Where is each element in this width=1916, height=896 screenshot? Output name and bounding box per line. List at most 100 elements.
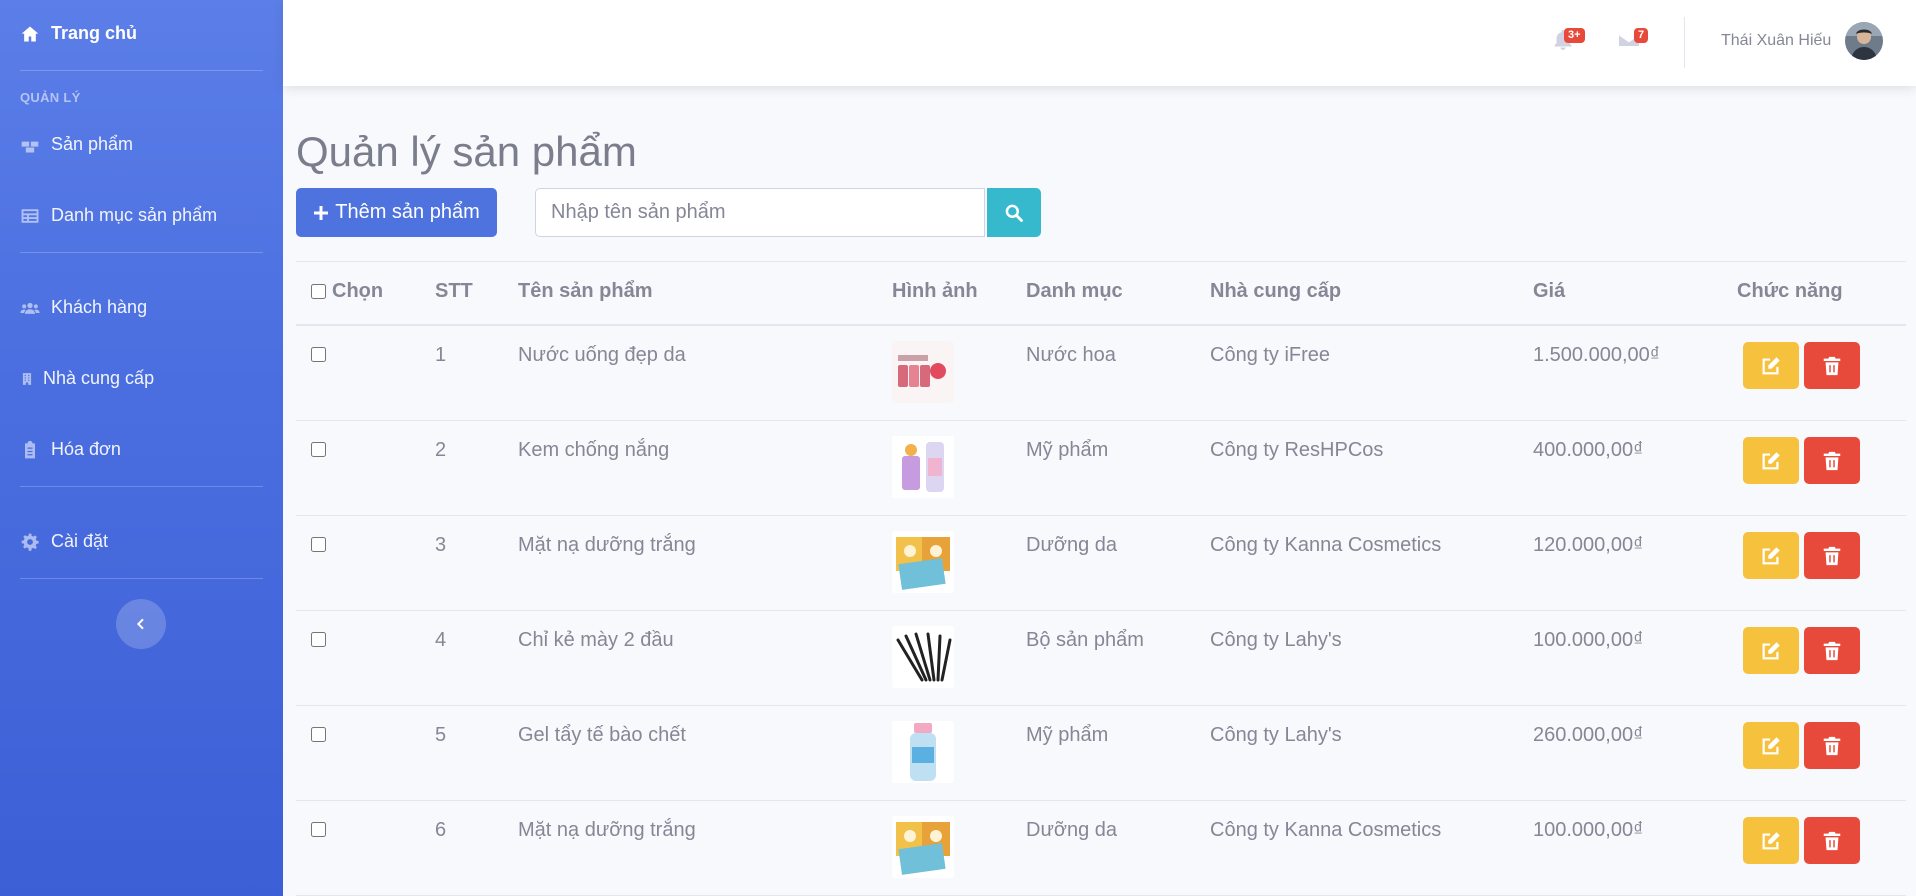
clipboard-icon: [25, 440, 35, 458]
edit-icon: [1762, 451, 1780, 469]
product-image: [892, 816, 954, 878]
product-image: [892, 721, 954, 783]
sidebar-item-label: Danh mục sản phẩm: [51, 205, 218, 225]
delete-button[interactable]: [1804, 627, 1860, 674]
row-checkbox[interactable]: [311, 347, 326, 362]
add-product-label: Thêm sản phẩm: [335, 201, 480, 223]
edit-button[interactable]: [1743, 722, 1799, 769]
sidebar-item-label: Sản phẩm: [51, 134, 134, 154]
row-price: 260.000,00₫: [1533, 724, 1644, 746]
sidebar-item-suppliers[interactable]: Nhà cung cấp: [20, 368, 154, 389]
topbar-divider: [1684, 17, 1685, 68]
row-stt: 6: [435, 819, 447, 841]
sidebar-item-invoices[interactable]: Hóa đơn: [20, 439, 121, 460]
column-header: Hình ảnh: [892, 280, 978, 302]
sidebar-divider: [20, 578, 263, 579]
row-name: Chỉ kẻ mày 2 đầu: [518, 629, 674, 651]
trash-icon: [1823, 641, 1841, 660]
sidebar-item-label: Cài đặt: [51, 531, 109, 551]
column-header: Nhà cung cấp: [1210, 280, 1342, 302]
main-content: Quản lý sản phẩm Thêm sản phẩm Chọn STT …: [283, 86, 1916, 896]
trash-icon: [1823, 736, 1841, 755]
table-header: Chọn STT Tên sản phẩm Hình ảnh Danh mục …: [296, 261, 1906, 326]
sidebar-heading: QUẢN LÝ: [20, 90, 81, 105]
row-name: Gel tẩy tế bào chết: [518, 724, 686, 746]
edit-icon: [1762, 546, 1780, 564]
topbar: 3+ 7 Thái Xuân Hiếu: [283, 0, 1916, 86]
column-header: Chức năng: [1737, 280, 1843, 302]
home-icon: [21, 26, 39, 41]
delete-button[interactable]: [1804, 722, 1860, 769]
row-price: 1.500.000,00₫: [1533, 344, 1661, 366]
product-image: [892, 531, 954, 593]
sidebar-item-settings[interactable]: Cài đặt: [20, 531, 108, 552]
row-checkbox[interactable]: [311, 632, 326, 647]
sidebar: Trang chủ QUẢN LÝ Sản phẩm Danh mục sản …: [0, 0, 283, 896]
select-all-checkbox[interactable]: [311, 284, 326, 299]
edit-button[interactable]: [1743, 627, 1799, 674]
edit-button[interactable]: [1743, 532, 1799, 579]
delete-button[interactable]: [1804, 817, 1860, 864]
row-category: Mỹ phẩm: [1026, 724, 1109, 746]
sidebar-divider: [20, 70, 263, 71]
sidebar-item-label: Hóa đơn: [51, 439, 121, 459]
row-stt: 4: [435, 629, 447, 651]
edit-button[interactable]: [1743, 437, 1799, 484]
column-header: STT: [435, 280, 473, 302]
row-supplier: Công ty Lahy's: [1210, 724, 1342, 746]
row-checkbox[interactable]: [311, 822, 326, 837]
row-supplier: Công ty iFree: [1210, 344, 1331, 366]
sidebar-toggle-button[interactable]: [116, 599, 166, 649]
user-name[interactable]: Thái Xuân Hiếu: [1721, 32, 1831, 50]
row-name: Kem chống nắng: [518, 439, 670, 461]
sidebar-item-customers[interactable]: Khách hàng: [20, 297, 147, 318]
sidebar-divider: [20, 252, 263, 253]
row-checkbox[interactable]: [311, 537, 326, 552]
add-product-button[interactable]: Thêm sản phẩm: [296, 188, 497, 237]
search-button[interactable]: [987, 188, 1041, 237]
product-image: [892, 341, 954, 403]
sidebar-item-products[interactable]: Sản phẩm: [20, 134, 133, 155]
row-stt: 3: [435, 534, 447, 556]
edit-icon: [1762, 831, 1780, 849]
edit-icon: [1762, 356, 1780, 374]
sidebar-item-label: Nhà cung cấp: [43, 368, 155, 388]
trash-icon: [1823, 451, 1841, 470]
users-icon: [20, 302, 40, 314]
row-checkbox[interactable]: [311, 727, 326, 742]
row-supplier: Công ty ResHPCos: [1210, 439, 1384, 461]
messages-badge: 7: [1634, 28, 1649, 43]
row-checkbox[interactable]: [311, 442, 326, 457]
edit-button[interactable]: [1743, 817, 1799, 864]
delete-button[interactable]: [1804, 532, 1860, 579]
table-icon: [21, 208, 39, 223]
avatar[interactable]: [1845, 22, 1883, 60]
product-image: [892, 436, 954, 498]
sidebar-item-categories[interactable]: Danh mục sản phẩm: [20, 205, 217, 226]
sidebar-item-label: Trang chủ: [51, 23, 138, 43]
row-name: Nước uống đẹp da: [518, 344, 686, 366]
building-icon: [22, 372, 32, 385]
boxes-icon: [21, 141, 39, 152]
gear-icon: [21, 533, 39, 551]
product-image: [892, 626, 954, 688]
plus-icon: [314, 205, 329, 220]
row-name: Mặt nạ dưỡng trắng: [518, 534, 696, 556]
sidebar-divider: [20, 486, 263, 487]
chevron-left-icon: [136, 618, 144, 630]
row-supplier: Công ty Lahy's: [1210, 629, 1342, 651]
search-icon: [1005, 204, 1023, 222]
delete-button[interactable]: [1804, 437, 1860, 484]
products-table: Chọn STT Tên sản phẩm Hình ảnh Danh mục …: [296, 261, 1906, 896]
search-input[interactable]: [535, 188, 985, 237]
edit-button[interactable]: [1743, 342, 1799, 389]
table-row: 1 Nước uống đẹp da Nước hoa Công ty iFre…: [296, 326, 1906, 421]
table-row: 6 Mặt nạ dưỡng trắng Dưỡng da Công ty Ka…: [296, 801, 1906, 896]
row-stt: 5: [435, 724, 447, 746]
delete-button[interactable]: [1804, 342, 1860, 389]
row-category: Bộ sản phẩm: [1026, 629, 1144, 651]
row-supplier: Công ty Kanna Cosmetics: [1210, 819, 1442, 841]
edit-icon: [1762, 736, 1780, 754]
row-category: Nước hoa: [1026, 344, 1116, 366]
sidebar-item-home[interactable]: Trang chủ: [20, 23, 137, 44]
